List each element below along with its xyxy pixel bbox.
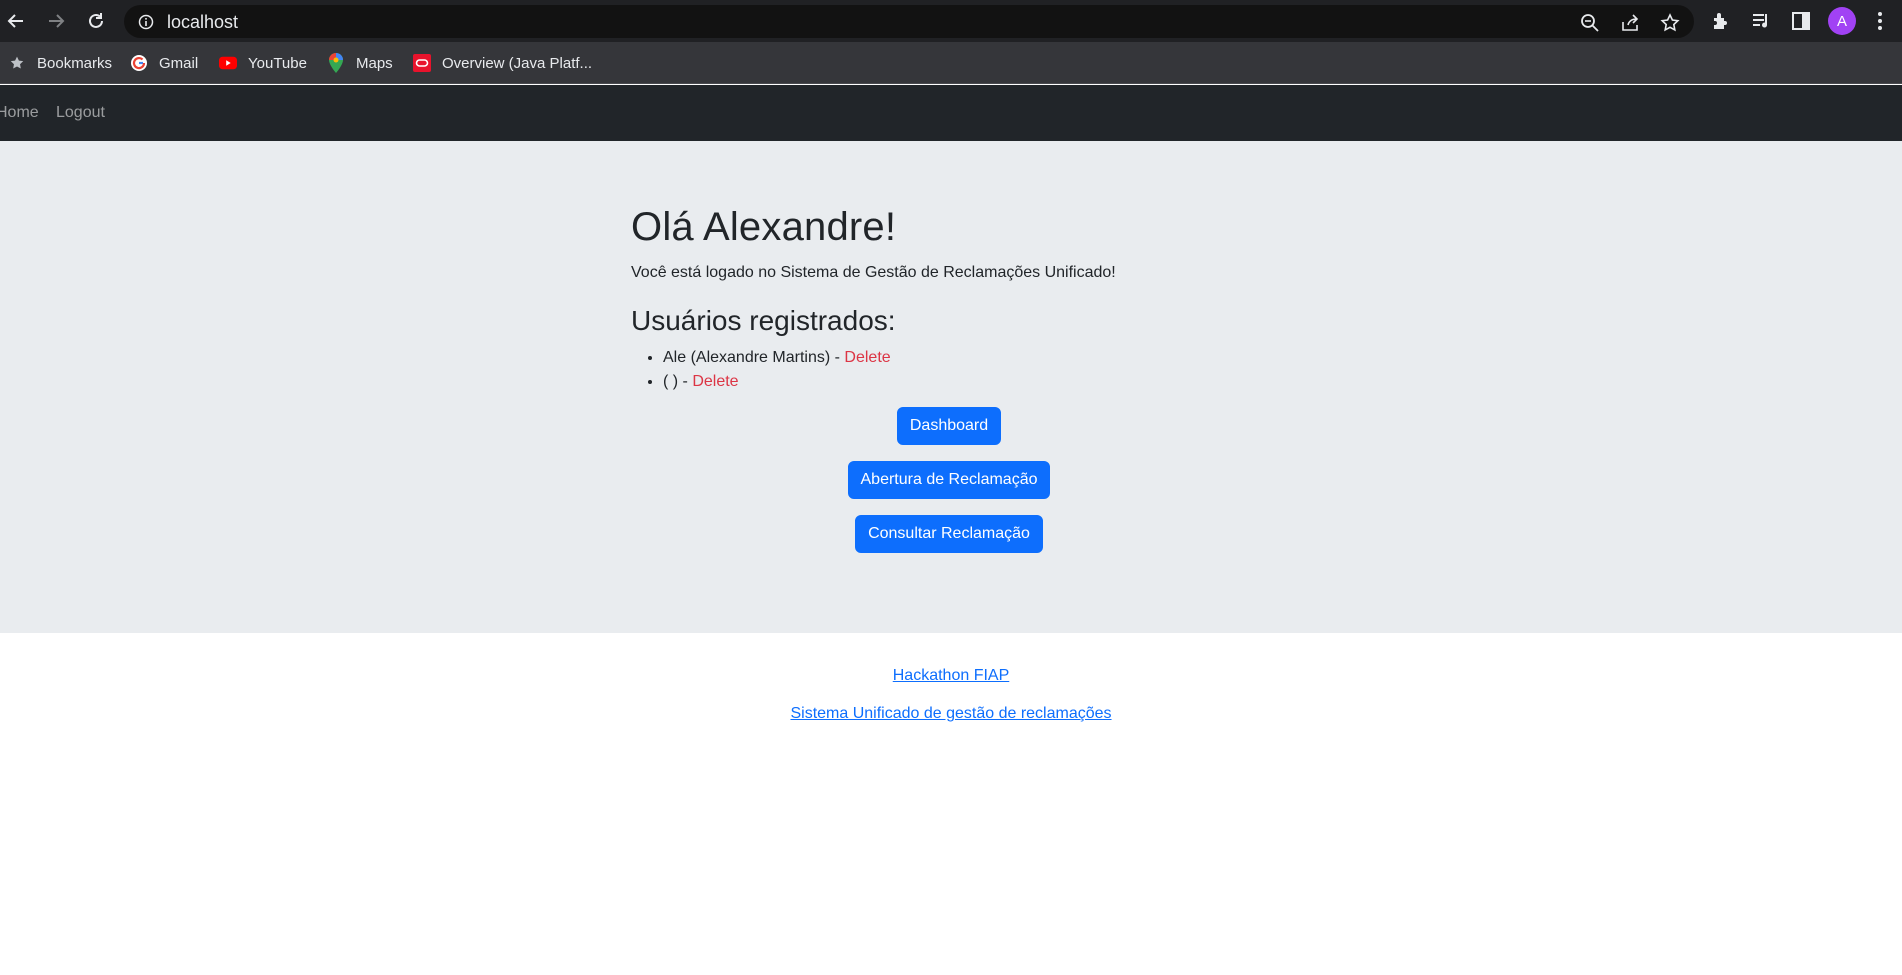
footer: Hackathon FIAP Sistema Unificado de gest… <box>0 633 1902 723</box>
forward-button[interactable] <box>43 8 69 34</box>
extensions-icon[interactable] <box>1710 10 1732 32</box>
back-button[interactable] <box>3 8 29 34</box>
nav-home-link[interactable]: Home <box>0 104 39 122</box>
content-container: Olá Alexandre! Você está logado no Siste… <box>631 203 1271 394</box>
abertura-reclamacao-button[interactable]: Abertura de Reclamação <box>847 461 1051 499</box>
profile-avatar[interactable]: A <box>1828 7 1856 35</box>
delete-user-link[interactable]: Delete <box>844 349 890 366</box>
bookmark-item-youtube[interactable]: YouTube <box>219 52 307 74</box>
main-section: Olá Alexandre! Você está logado no Siste… <box>0 141 1902 633</box>
app-navbar: Home Logout <box>0 85 1902 141</box>
zoom-icon[interactable] <box>1580 13 1600 33</box>
registered-users-heading: Usuários registrados: <box>631 305 896 336</box>
bookmark-label: YouTube <box>248 54 307 72</box>
youtube-icon <box>219 54 237 72</box>
bookmark-item-gmail[interactable]: Gmail <box>130 52 198 74</box>
login-status-text: Você está logado no Sistema de Gestão de… <box>631 264 1116 281</box>
oracle-icon <box>413 54 431 72</box>
maps-icon <box>327 53 345 73</box>
bookmark-label: Maps <box>356 54 393 72</box>
user-display-text: Ale (Alexandre Martins) - <box>663 348 840 366</box>
bookmarks-bar: Bookmarks Gmail YouTube Maps Overview (J… <box>0 42 1902 84</box>
media-control-icon[interactable] <box>1750 10 1772 32</box>
reload-button[interactable] <box>83 8 109 34</box>
bookmark-star-icon[interactable] <box>1660 13 1680 33</box>
bookmark-item-bookmarks[interactable]: Bookmarks <box>8 52 112 74</box>
nav-logout-link[interactable]: Logout <box>56 104 105 122</box>
delete-user-link[interactable]: Delete <box>692 373 738 390</box>
bookmark-label: Bookmarks <box>37 54 113 72</box>
address-bar[interactable]: localhost <box>124 5 1694 38</box>
consultar-reclamacao-button[interactable]: Consultar Reclamação <box>855 515 1043 553</box>
bookmark-item-maps[interactable]: Maps <box>327 52 393 74</box>
sistema-unificado-link[interactable]: Sistema Unificado de gestão de reclamaçõ… <box>0 705 1902 723</box>
google-icon <box>130 54 148 72</box>
share-icon[interactable] <box>1620 13 1640 33</box>
forward-arrow-icon <box>49 14 65 28</box>
bookmark-item-java-overview[interactable]: Overview (Java Platf... <box>413 52 592 74</box>
greeting-heading: Olá Alexandre! <box>631 205 897 249</box>
list-item: ( ) - Delete <box>663 370 1271 394</box>
site-info-icon[interactable] <box>138 14 154 35</box>
dashboard-button[interactable]: Dashboard <box>896 407 1002 445</box>
bookmark-label: Gmail <box>159 54 199 72</box>
reload-icon <box>89 13 103 28</box>
side-panel-icon[interactable] <box>1790 10 1812 32</box>
list-item: Ale (Alexandre Martins) - Delete <box>663 346 1271 370</box>
menu-kebab-icon[interactable] <box>1876 10 1884 37</box>
user-display-text: ( ) - <box>663 372 688 390</box>
star-icon <box>8 54 26 72</box>
bookmark-label: Overview (Java Platf... <box>442 54 593 72</box>
hackathon-fiap-link[interactable]: Hackathon FIAP <box>0 667 1902 685</box>
action-buttons: Dashboard Abertura de Reclamação Consult… <box>0 407 1898 569</box>
browser-toolbar: localhost A <box>0 0 1902 42</box>
back-arrow-icon <box>7 14 23 28</box>
url-text[interactable]: localhost <box>167 12 238 33</box>
user-list: Ale (Alexandre Martins) - Delete ( ) - D… <box>631 346 1271 394</box>
